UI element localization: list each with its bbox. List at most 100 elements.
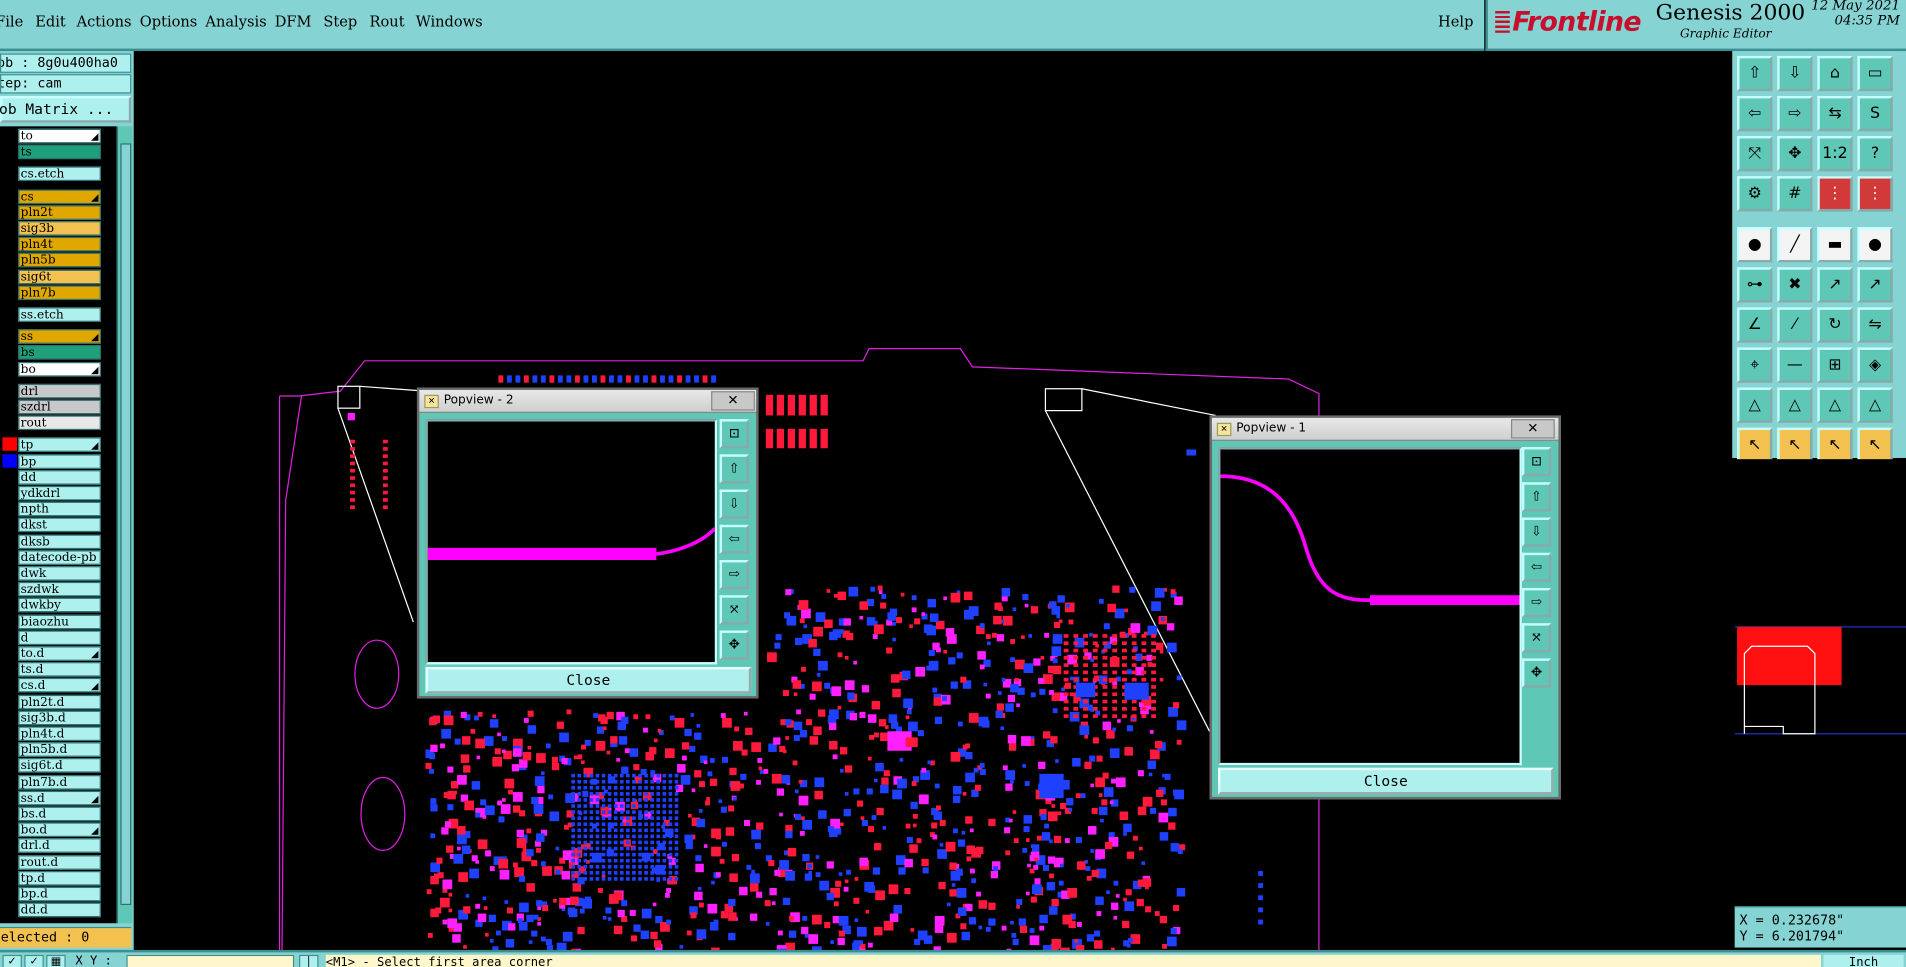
layer-color-swatch[interactable] [2, 566, 18, 580]
layer-item[interactable]: ss ◢ [18, 329, 101, 345]
layer-color-swatch[interactable] [2, 453, 18, 468]
menu-analysis[interactable]: Analysis [205, 13, 266, 30]
grid-icon[interactable]: ▦ [46, 954, 66, 967]
connect-icon[interactable]: ⊶ [1737, 267, 1773, 303]
flip-icon[interactable]: ⇋ [1857, 307, 1893, 343]
checkbox-icon[interactable]: ✓ [2, 954, 22, 967]
layer-item[interactable]: sig6t.d [18, 758, 101, 774]
layer-color-swatch[interactable] [2, 806, 18, 820]
menu-file[interactable]: File [0, 13, 23, 30]
layer-item[interactable]: bs.d [18, 806, 101, 822]
pan-left-icon[interactable]: ⇦ [1737, 95, 1773, 132]
menu-edit[interactable]: Edit [35, 13, 66, 30]
add-line-icon[interactable]: ╱ [1777, 227, 1813, 263]
layer-color-swatch[interactable] [2, 614, 18, 628]
rotate-icon[interactable]: ↻ [1817, 307, 1853, 343]
layer-color-swatch[interactable] [2, 534, 18, 548]
layer-item[interactable]: to ◢ [18, 128, 101, 144]
zoom-window-icon[interactable]: ⊡ [1521, 447, 1552, 477]
layer-item[interactable]: rout.d [18, 854, 101, 870]
layer-color-swatch[interactable] [2, 415, 18, 430]
grid-icon[interactable]: # [1777, 176, 1813, 212]
layer-color-swatch[interactable] [2, 329, 18, 343]
layer-item[interactable]: ts [18, 144, 101, 160]
popview-1-close-button[interactable]: Close [1218, 767, 1554, 795]
layer-color-swatch[interactable] [2, 501, 18, 516]
layer-color-swatch[interactable] [2, 742, 18, 756]
move-icon[interactable]: ↗ [1817, 267, 1853, 303]
job-matrix-button[interactable]: Job Matrix ... [0, 95, 132, 123]
pan-right-icon[interactable]: ⇨ [719, 560, 749, 590]
layer-color-swatch[interactable] [2, 221, 18, 235]
layer-item[interactable]: dksb [18, 534, 101, 549]
page-up-icon[interactable]: ⇧ [1737, 55, 1773, 92]
triangle-a-icon[interactable]: △ [1737, 387, 1773, 423]
layer-item[interactable]: szdrl [18, 399, 101, 415]
layer-item[interactable]: tp ◢ [18, 437, 101, 453]
popview-1-titlebar[interactable]: ✕ Popview - 1 [1211, 417, 1559, 441]
layer-color-swatch[interactable] [2, 838, 18, 853]
page-down-icon[interactable]: ⇩ [719, 489, 749, 519]
layer-item[interactable]: pln2t.d [18, 694, 101, 709]
layer-item[interactable]: sig6t [18, 269, 101, 284]
pan-left-icon[interactable]: ⇦ [719, 524, 749, 554]
layer-item[interactable]: pln7b [18, 285, 101, 300]
layer-color-swatch[interactable] [2, 630, 18, 644]
popview-2-close-button[interactable]: Close [425, 666, 752, 694]
layer-color-swatch[interactable] [2, 383, 18, 397]
layer-color-swatch[interactable] [2, 269, 18, 283]
layer-color-swatch[interactable] [2, 166, 18, 181]
units-selector[interactable]: Inch [1823, 954, 1904, 967]
layer-item[interactable]: to.d ◢ [18, 646, 101, 661]
edit-line-icon[interactable]: ⁄ [1777, 307, 1813, 343]
layer-color-swatch[interactable] [2, 189, 18, 203]
zoom-fit-icon[interactable]: ⤧ [1521, 623, 1552, 653]
layer-item[interactable]: dkst [18, 517, 101, 533]
zoom-window-icon[interactable]: ⊡ [719, 419, 749, 449]
layer-color-swatch[interactable] [2, 726, 18, 740]
break-icon[interactable]: — [1777, 347, 1813, 383]
layer-color-swatch[interactable] [2, 646, 18, 660]
layer-color-swatch[interactable] [2, 205, 18, 219]
xy-input[interactable] [126, 954, 295, 967]
layer-item[interactable]: pln4t.d [18, 726, 101, 742]
layer-item[interactable]: pln5b.d [18, 742, 101, 758]
window-fit-icon[interactable]: ▭ [1857, 55, 1893, 92]
layer-color-swatch[interactable] [2, 598, 18, 612]
resize-icon[interactable]: ⌖ [1737, 347, 1773, 383]
layer-item[interactable]: pln7b.d [18, 774, 101, 790]
layer-item[interactable]: tp.d [18, 870, 101, 886]
layer-color-swatch[interactable] [2, 253, 18, 267]
layer-color-swatch[interactable] [2, 144, 18, 159]
layer-item[interactable]: bo.d ◢ [18, 822, 101, 838]
select-box-icon[interactable]: ↖ [1817, 427, 1853, 463]
layer-item[interactable]: bo ◢ [18, 361, 101, 377]
net-compare-icon[interactable]: ⋮ [1857, 176, 1893, 212]
layer-item[interactable]: ydkdrl [18, 485, 101, 501]
layer-item[interactable]: dwkby [18, 598, 101, 613]
layer-item[interactable]: bs [18, 345, 101, 361]
page-down-icon[interactable]: ⇩ [1521, 517, 1552, 547]
layer-item[interactable]: biaozhu [18, 614, 101, 629]
layer-color-swatch[interactable] [2, 902, 18, 917]
layer-color-swatch[interactable] [2, 774, 18, 788]
popview-2-titlebar[interactable]: ✕ Popview - 2 [419, 389, 757, 414]
layer-item[interactable]: ts.d [18, 662, 101, 677]
layer-color-swatch[interactable] [2, 285, 18, 299]
page-down-icon[interactable]: ⇩ [1777, 55, 1813, 92]
popview-1-view[interactable] [1218, 447, 1522, 766]
zoom-fit-icon[interactable]: ⤧ [719, 595, 749, 625]
menu-options[interactable]: Options [140, 13, 197, 30]
layer-item[interactable]: pln2t [18, 205, 101, 220]
net-highlight-icon[interactable]: ⋮ [1817, 176, 1853, 212]
add-text-icon[interactable]: ▬ [1817, 227, 1853, 263]
menu-rout[interactable]: Rout [370, 13, 405, 30]
layer-item[interactable]: bp.d [18, 886, 101, 902]
layer-color-swatch[interactable] [2, 361, 18, 375]
mirror-icon[interactable]: ⇆ [1817, 95, 1853, 132]
overview-map[interactable] [1734, 459, 1906, 907]
align-icon[interactable]: ⊞ [1817, 347, 1853, 383]
home-icon[interactable]: ⌂ [1817, 55, 1853, 92]
add-pad-icon[interactable]: ● [1737, 227, 1773, 263]
layer-item[interactable]: pln5b [18, 253, 101, 268]
